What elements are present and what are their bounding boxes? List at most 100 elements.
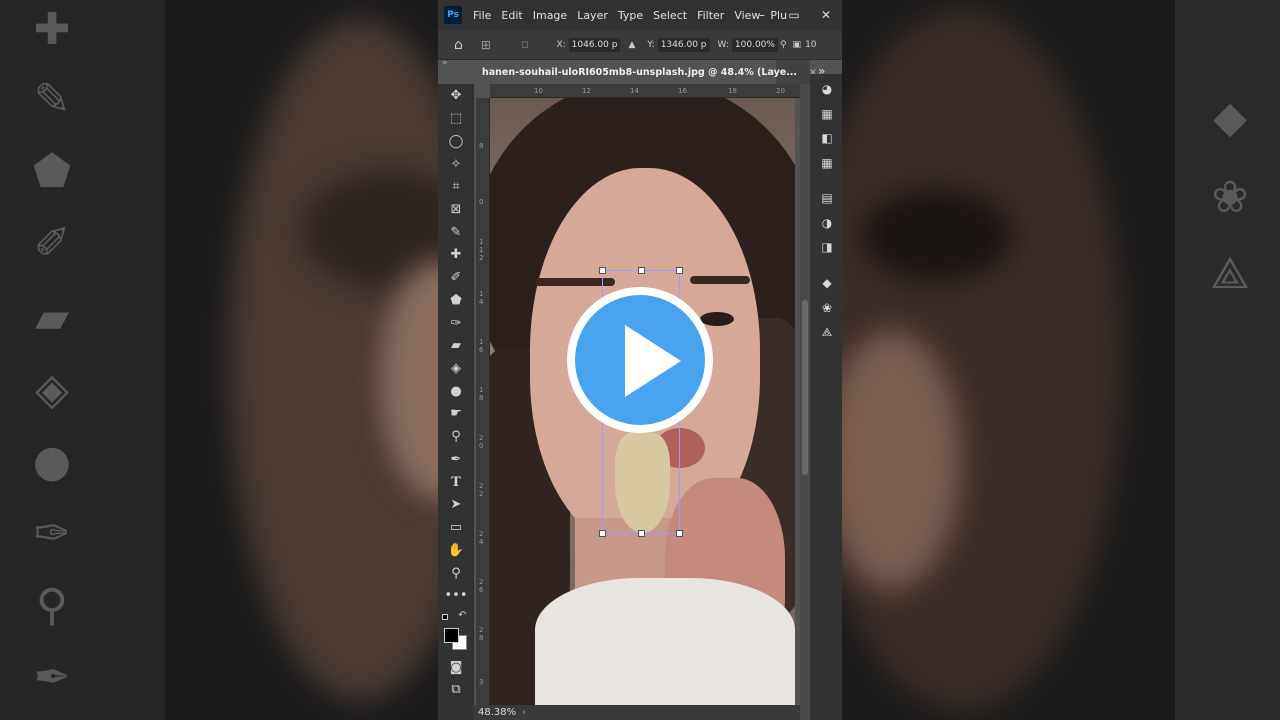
ruler-label: 20 xyxy=(776,87,785,95)
swap-colors-icon[interactable]: ↶ xyxy=(458,610,466,621)
horizontal-ruler: 10 12 14 16 18 20 xyxy=(490,84,800,98)
transform-handle[interactable] xyxy=(599,267,606,274)
menu-type[interactable]: Type xyxy=(613,9,648,22)
zoom-level[interactable]: 48.38% xyxy=(478,707,516,718)
default-colors-icon[interactable] xyxy=(442,614,448,620)
menu-filter[interactable]: Filter xyxy=(692,9,729,22)
menu-select[interactable]: Select xyxy=(648,9,692,22)
patterns-panel-icon[interactable]: ▦ xyxy=(818,154,836,172)
move-tool-icon[interactable]: ✥ xyxy=(444,86,468,106)
dodge-tool-icon[interactable]: ⚲ xyxy=(444,427,468,447)
ruler-label: 8 xyxy=(479,142,484,150)
delta-icon[interactable]: ▲ xyxy=(628,40,635,50)
magic-wand-icon[interactable]: ✧ xyxy=(444,155,468,175)
ruler-label: 0 xyxy=(479,198,484,206)
eyedropper-icon[interactable]: ✎ xyxy=(444,223,468,243)
clone-stamp-icon[interactable]: ⬟ xyxy=(444,291,468,311)
menu-file[interactable]: File xyxy=(468,9,496,22)
ruler-label: 14 xyxy=(630,87,639,95)
blurred-eraser-icon: ▰ xyxy=(35,292,69,343)
ruler-label: 1 xyxy=(479,246,484,254)
lasso-tool-icon[interactable]: ◯ xyxy=(444,132,468,152)
foreground-color-swatch[interactable] xyxy=(444,628,459,643)
ruler-label: 2 xyxy=(479,490,484,498)
crop-tool-icon[interactable]: ⌗ xyxy=(444,177,468,197)
pen-tool-icon[interactable]: ✒ xyxy=(444,450,468,470)
transform-handle[interactable] xyxy=(676,530,683,537)
healing-brush-icon[interactable]: ✚ xyxy=(444,245,468,265)
blur-tool-icon[interactable]: ● xyxy=(444,382,468,402)
document-tab-title: hanen-souhail-uloRI605mb8-unsplash.jpg @… xyxy=(482,66,798,78)
paths-panel-icon[interactable]: ⟁ xyxy=(818,323,836,341)
channels-panel-icon[interactable]: ❀ xyxy=(818,299,836,317)
link-icon[interactable]: ⚲ xyxy=(780,40,787,50)
ruler-label: 1 xyxy=(479,386,484,394)
blurred-smudge-icon: ✑ xyxy=(33,508,71,559)
blurred-brush-icon: ✎ xyxy=(33,74,71,125)
ruler-label: 2 xyxy=(479,530,484,538)
tools-panel: ✥ ⬚ ◯ ✧ ⌗ ⊠ ✎ ✚ ✐ ⬟ ✑ ▰ ◈ ● ☛ ⚲ ✒ T ➤ ▭ … xyxy=(438,84,474,720)
menu-edit[interactable]: Edit xyxy=(496,9,527,22)
transform-handle[interactable] xyxy=(638,530,645,537)
collar xyxy=(535,578,795,705)
options-overflow: 10 xyxy=(805,39,817,50)
x-position-field[interactable]: 1046.00 p xyxy=(568,37,621,52)
ruler-label: 2 xyxy=(479,482,484,490)
eraser-icon[interactable]: ▰ xyxy=(444,336,468,356)
menu-layer[interactable]: Layer xyxy=(572,9,613,22)
libraries-panel-icon[interactable]: ▤ xyxy=(818,189,836,207)
paint-bucket-icon[interactable]: ◈ xyxy=(444,359,468,379)
hand-tool-icon[interactable]: ✋ xyxy=(444,541,468,561)
more-tools-icon[interactable]: ••• xyxy=(444,586,468,606)
transform-handle[interactable] xyxy=(638,267,645,274)
home-icon[interactable]: ⌂ xyxy=(454,37,463,53)
zoom-tool-icon[interactable]: ⚲ xyxy=(444,564,468,584)
quick-mask-icon[interactable]: ◙ xyxy=(444,658,468,678)
rectangle-tool-icon[interactable]: ▭ xyxy=(444,518,468,538)
smudge-tool-icon[interactable]: ☛ xyxy=(444,404,468,424)
reference-grid-icon[interactable]: ◻ xyxy=(521,40,528,50)
transform-handle[interactable] xyxy=(676,267,683,274)
frame-tool-icon[interactable]: ⊠ xyxy=(444,200,468,220)
ruler-label: 1 xyxy=(479,338,484,346)
marquee-tool-icon[interactable]: ⬚ xyxy=(444,109,468,129)
path-select-icon[interactable]: ➤ xyxy=(444,495,468,515)
ruler-label: 2 xyxy=(479,578,484,586)
history-brush-icon[interactable]: ✑ xyxy=(444,314,468,334)
w-label: W: xyxy=(717,39,729,50)
ruler-label: 2 xyxy=(479,254,484,262)
window-controls: – ▭ ✕ xyxy=(746,0,842,30)
properties-panel-icon[interactable]: ◨ xyxy=(818,238,836,256)
maximize-button[interactable]: ▭ xyxy=(778,8,810,22)
layers-panel-icon[interactable]: ◆ xyxy=(818,274,836,292)
blurred-healing-icon: ✚ xyxy=(33,4,71,55)
video-play-button[interactable] xyxy=(567,287,713,433)
scrollbar-thumb[interactable] xyxy=(802,300,808,475)
width-field[interactable]: 100.00% xyxy=(731,37,778,52)
reference-point-icon[interactable]: ⊞ xyxy=(481,38,491,52)
x-label: X: xyxy=(556,39,566,50)
menu-image[interactable]: Image xyxy=(528,9,572,22)
adjustments-panel-icon[interactable]: ◑ xyxy=(818,214,836,232)
play-icon xyxy=(625,325,681,397)
vertical-ruler: 8 0 1 1 2 1 4 1 6 1 8 2 0 2 2 2 4 2 6 2 … xyxy=(476,98,490,708)
toolbar-collapse-icon[interactable]: » xyxy=(442,58,448,68)
brush-tool-icon[interactable]: ✐ xyxy=(444,268,468,288)
document-tab[interactable]: hanen-souhail-uloRI605mb8-unsplash.jpg @… xyxy=(476,60,817,84)
gradients-panel-icon[interactable]: ◧ xyxy=(818,129,836,147)
ruler-label: 1 xyxy=(479,238,484,246)
ruler-label: 12 xyxy=(582,87,591,95)
color-panel-icon[interactable]: ◕ xyxy=(818,80,836,98)
swatches-panel-icon[interactable]: ▦ xyxy=(818,105,836,123)
blurred-pen-icon: ✒ xyxy=(33,652,71,703)
frame-icon[interactable]: ▣ xyxy=(793,40,802,50)
minimize-button[interactable]: – xyxy=(746,8,778,22)
transform-handle[interactable] xyxy=(599,530,606,537)
type-tool-icon[interactable]: T xyxy=(444,473,468,493)
y-position-field[interactable]: 1346.00 p xyxy=(657,37,710,52)
close-button[interactable]: ✕ xyxy=(810,8,842,22)
ruler-label: 8 xyxy=(479,394,484,402)
menu-bar: Ps File Edit Image Layer Type Select Fil… xyxy=(438,0,842,30)
status-arrow-icon[interactable]: ‹ xyxy=(522,707,526,718)
screen-mode-icon[interactable]: ⧉ xyxy=(444,680,468,700)
